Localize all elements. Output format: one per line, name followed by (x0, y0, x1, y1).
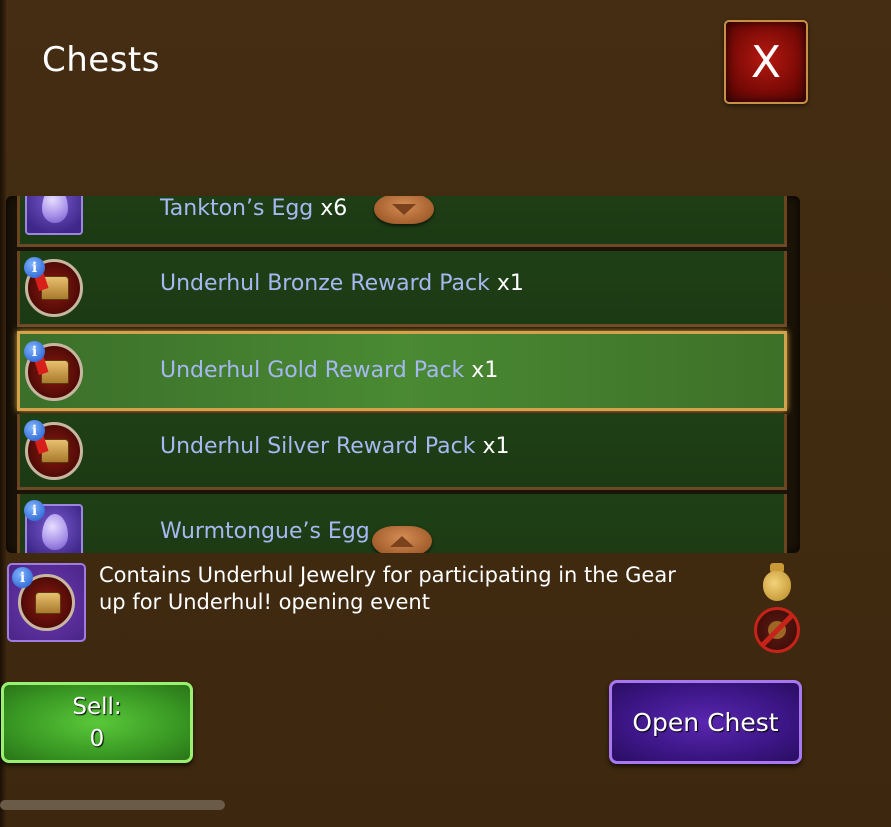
egg-icon (25, 196, 83, 235)
item-name: Underhul Gold Reward Pack (160, 358, 465, 383)
open-chest-button[interactable]: Open Chest (609, 680, 802, 764)
info-icon[interactable]: i (24, 341, 45, 362)
no-sell-icon (754, 607, 800, 653)
chests-screen: Chests X Tankton’s Egg x6 i Underhul Bro… (0, 0, 891, 827)
item-quantity: x1 (482, 434, 510, 459)
chest-list[interactable]: Tankton’s Egg x6 i Underhul Bronze Rewar… (6, 196, 800, 553)
chest-description: Contains Underhul Jewelry for participat… (99, 563, 676, 614)
info-icon[interactable]: i (24, 257, 45, 278)
item-quantity: x1 (471, 358, 499, 383)
list-item[interactable]: i Underhul Silver Reward Pack x1 (17, 414, 787, 487)
list-item[interactable]: i Underhul Bronze Reward Pack x1 (17, 251, 787, 324)
sell-label: Sell: (72, 694, 122, 720)
coin-bag-icon (761, 563, 793, 601)
close-button[interactable]: X (724, 20, 808, 104)
item-quantity: x1 (496, 271, 524, 296)
item-name: Underhul Bronze Reward Pack (160, 271, 490, 296)
sell-value: 0 (89, 726, 105, 752)
page-title: Chests (42, 40, 160, 80)
item-name: Wurmtongue’s Egg (160, 519, 370, 544)
item-quantity: x6 (320, 196, 348, 221)
info-icon[interactable]: i (24, 420, 45, 441)
scroll-up-arrow-icon[interactable] (372, 526, 432, 553)
sell-button[interactable]: Sell: 0 (1, 682, 193, 763)
list-item-selected[interactable]: i Underhul Gold Reward Pack x1 (17, 331, 787, 411)
item-name: Underhul Silver Reward Pack (160, 434, 476, 459)
info-icon[interactable]: i (24, 500, 45, 521)
scroll-down-arrow-icon[interactable] (374, 196, 434, 224)
info-icon[interactable]: i (12, 567, 33, 588)
horizontal-scrollbar[interactable] (0, 800, 225, 810)
item-name: Tankton’s Egg (160, 196, 314, 221)
selected-chest-icon: i (7, 563, 86, 642)
